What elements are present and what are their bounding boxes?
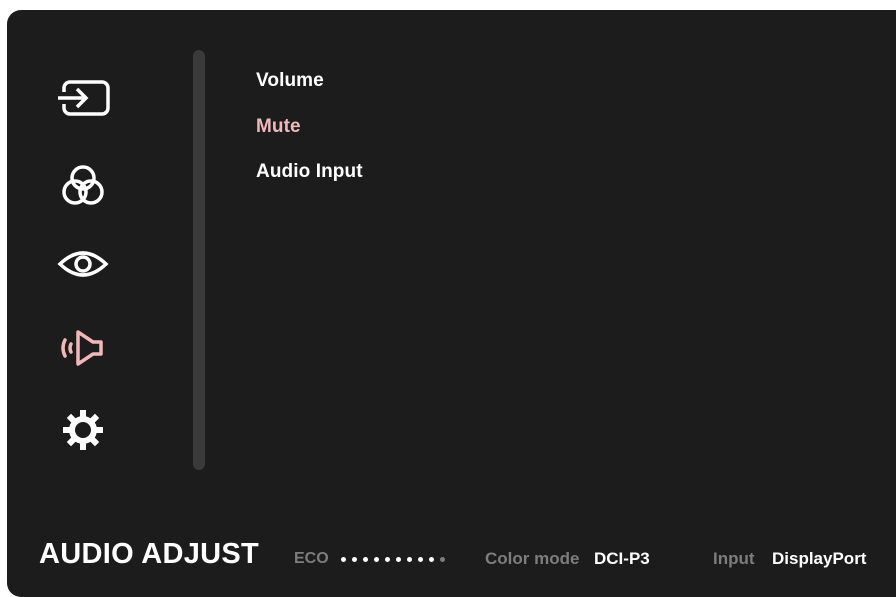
osd-panel: Volume Mute Audio Input AUDIO ADJUST ECO… <box>7 10 896 597</box>
input-select-icon[interactable] <box>55 74 111 122</box>
eco-label: ECO <box>294 550 329 567</box>
status-bar: AUDIO ADJUST ECO Color mode DCI-P3 Input… <box>7 538 896 582</box>
eco-level-dot <box>374 557 379 562</box>
menu-item-audio-input[interactable]: Audio Input <box>256 161 363 207</box>
input-label: Input <box>713 549 755 568</box>
color-mode-label: Color mode <box>485 549 580 568</box>
input-value: DisplayPort <box>772 549 867 568</box>
sidebar-divider <box>193 50 205 470</box>
color-mode-value: DCI-P3 <box>594 549 650 568</box>
menu-item-mute[interactable]: Mute <box>256 116 363 162</box>
eco-level-dot <box>341 557 346 562</box>
eco-level-dot <box>418 557 423 562</box>
eco-level-dot <box>429 557 434 562</box>
eco-level-dot <box>396 557 401 562</box>
sidebar-nav <box>7 10 167 490</box>
view-mode-icon[interactable] <box>55 240 111 288</box>
audio-menu: Volume Mute Audio Input <box>256 70 363 207</box>
menu-item-volume[interactable]: Volume <box>256 70 363 116</box>
setup-gear-icon[interactable] <box>55 406 111 454</box>
eco-level-dot <box>407 557 412 562</box>
eco-level-dot <box>440 557 445 562</box>
eco-level-dot <box>385 557 390 562</box>
eco-level-dot <box>363 557 368 562</box>
page-title: AUDIO ADJUST <box>39 538 260 570</box>
eco-level-indicator <box>341 557 445 562</box>
eco-level-dot <box>352 557 357 562</box>
color-adjust-icon[interactable] <box>55 162 111 210</box>
audio-speaker-icon[interactable] <box>55 324 111 372</box>
